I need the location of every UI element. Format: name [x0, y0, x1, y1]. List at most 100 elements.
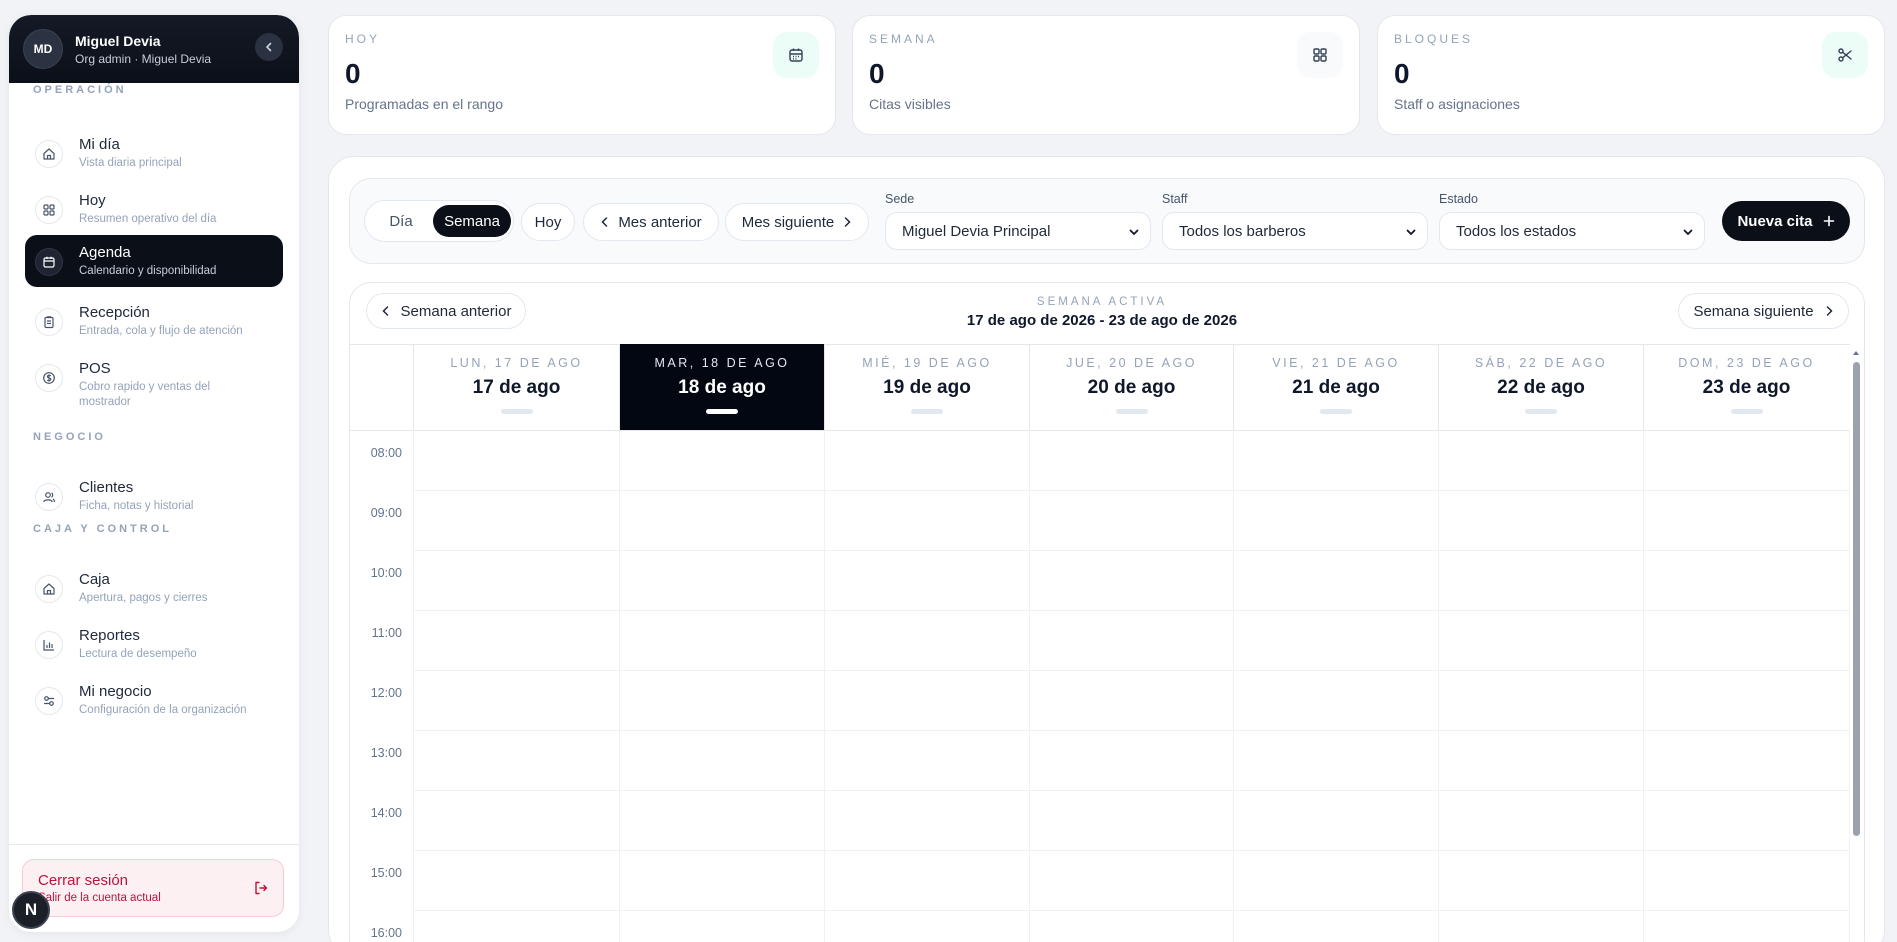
- user-role: Org admin · Miguel Devia: [75, 51, 212, 66]
- chevron-left-icon: [381, 306, 388, 316]
- day-date: 21 de ago: [1292, 377, 1380, 398]
- section-label-operacion: OPERACIÓN: [33, 84, 127, 96]
- plus-icon: [1823, 215, 1834, 227]
- chevron-right-icon: [845, 217, 851, 227]
- sede-select[interactable]: Miguel Devia Principal: [885, 212, 1151, 250]
- day-weekday: MIÉ, 19 DE AGO: [862, 356, 992, 370]
- hour-label: 11:00: [371, 626, 402, 640]
- hour-label: 13:00: [370, 746, 402, 760]
- sidebar-item-title: Caja: [79, 571, 110, 588]
- day-header-jue[interactable]: JUE, 20 DE AGO 20 de ago: [1029, 344, 1233, 430]
- day-indicator: [1115, 409, 1148, 414]
- sidebar-item-caja[interactable]: Caja Apertura, pagos y cierres: [25, 562, 283, 614]
- hour-label: 16:00: [370, 926, 402, 940]
- sidebar-item-hoy[interactable]: Hoy Resumen operativo del día: [25, 183, 283, 235]
- assistant-fab-button[interactable]: N: [12, 891, 50, 929]
- day-date: 17 de ago: [472, 377, 561, 398]
- view-day-button[interactable]: Día: [369, 205, 433, 237]
- grid-icon: [1297, 32, 1343, 78]
- sidebar-item-subtitle: Apertura, pagos y cierres: [79, 592, 208, 604]
- day-weekday: MAR, 18 DE AGO: [654, 356, 790, 370]
- sidebar-divider: [9, 844, 299, 845]
- next-week-button[interactable]: Semana siguiente: [1678, 293, 1849, 329]
- dollar-icon: [35, 364, 63, 392]
- day-column-divider: [1438, 430, 1439, 942]
- chevron-left-icon: [601, 217, 608, 227]
- sliders-icon: [35, 687, 63, 715]
- sidebar-item-recepcion[interactable]: Recepción Entrada, cola y flujo de atenc…: [25, 295, 283, 347]
- day-column-divider: [1233, 430, 1234, 942]
- scissors-icon: [1822, 32, 1868, 78]
- prev-week-button[interactable]: Semana anterior: [366, 293, 526, 329]
- sidebar-item-title: Agenda: [79, 244, 131, 261]
- day-header-dom[interactable]: DOM, 23 DE AGO 23 de ago: [1643, 344, 1849, 430]
- day-date: 23 de ago: [1702, 377, 1791, 398]
- chevron-down-icon: [1406, 229, 1416, 236]
- chevron-down-icon: [1683, 229, 1693, 236]
- sidebar-item-subtitle: Ficha, notas y historial: [79, 500, 194, 512]
- stat-label: BLOQUES: [1394, 32, 1474, 46]
- day-header-mie[interactable]: MIÉ, 19 DE AGO 19 de ago: [824, 344, 1029, 430]
- sidebar-item-pos[interactable]: POS Cobro rapido y ventas del mostrador: [25, 351, 283, 408]
- stat-value: 0: [345, 58, 361, 89]
- stat-subtitle: Citas visibles: [869, 96, 951, 112]
- staff-select[interactable]: Todos los barberos: [1162, 212, 1428, 250]
- scroll-up-arrow-icon[interactable]: [1852, 348, 1860, 358]
- calendar-icon: [35, 248, 63, 276]
- user-card[interactable]: MD Miguel Devia Org admin · Miguel Devia: [9, 15, 299, 83]
- avatar: MD: [23, 29, 63, 69]
- hour-row-line: [413, 610, 1850, 611]
- logout-icon: [255, 881, 268, 895]
- sidebar-item-mi-dia[interactable]: Mi día Vista diaria principal: [25, 127, 283, 179]
- day-date: 22 de ago: [1497, 377, 1585, 398]
- sidebar-item-mi-negocio[interactable]: Mi negocio Configuración de la organizac…: [25, 674, 283, 726]
- sidebar-item-agenda[interactable]: Agenda Calendario y disponibilidad: [25, 235, 283, 287]
- collapse-sidebar-button[interactable]: [255, 33, 283, 61]
- hour-label: 12:00: [370, 686, 402, 700]
- sidebar-item-title: Mi día: [79, 136, 120, 153]
- day-date: 18 de ago: [678, 377, 766, 398]
- estado-value: Todos los estados: [1456, 223, 1577, 240]
- new-appointment-button[interactable]: Nueva cita: [1722, 201, 1850, 241]
- sidebar-item-reportes[interactable]: Reportes Lectura de desempeño: [25, 618, 283, 670]
- new-appointment-label: Nueva cita: [1737, 212, 1813, 230]
- logout-button[interactable]: Cerrar sesión Salir de la cuenta actual: [22, 859, 284, 917]
- hour-label: 15:00: [370, 866, 402, 880]
- chevron-right-icon: [1826, 306, 1833, 316]
- clipboard-icon: [35, 308, 63, 336]
- next-month-label: Mes siguiente: [741, 213, 835, 231]
- calendar-scrollbar[interactable]: [1853, 362, 1860, 836]
- chevron-down-icon: [1129, 229, 1139, 236]
- hour-row-line: [413, 790, 1850, 791]
- day-header-vie[interactable]: VIE, 21 DE AGO 21 de ago: [1233, 344, 1438, 430]
- stat-value: 0: [1394, 58, 1410, 89]
- hour-row-line: [413, 850, 1850, 851]
- day-column-divider: [619, 430, 620, 942]
- sidebar-item-subtitle: Lectura de desempeño: [79, 648, 197, 660]
- sidebar-item-title: Mi negocio: [79, 683, 152, 700]
- next-month-button[interactable]: Mes siguiente: [725, 203, 869, 241]
- view-toggle: Día Semana: [364, 200, 514, 242]
- prev-month-button[interactable]: Mes anterior: [583, 203, 719, 241]
- sidebar-item-title: POS: [79, 360, 111, 377]
- sidebar-item-subtitle: Calendario y disponibilidad: [79, 265, 217, 277]
- hour-label: 10:00: [370, 566, 402, 580]
- section-label-negocio: NEGOCIO: [33, 431, 106, 443]
- users-icon: [35, 483, 63, 511]
- sidebar-item-clientes[interactable]: Clientes Ficha, notas y historial: [25, 470, 283, 522]
- stat-subtitle: Staff o asignaciones: [1394, 96, 1520, 112]
- day-header-lun[interactable]: LUN, 17 DE AGO 17 de ago: [413, 344, 619, 430]
- hour-row-line: [413, 670, 1850, 671]
- view-week-button[interactable]: Semana: [433, 205, 511, 237]
- hour-row-line: [413, 910, 1850, 911]
- today-button[interactable]: Hoy: [521, 203, 575, 241]
- sede-value: Miguel Devia Principal: [902, 223, 1051, 240]
- estado-select[interactable]: Todos los estados: [1439, 212, 1705, 250]
- day-weekday: DOM, 23 DE AGO: [1678, 356, 1815, 370]
- grid-icon: [35, 196, 63, 224]
- logout-subtitle: Salir de la cuenta actual: [38, 892, 161, 904]
- day-indicator: [1525, 409, 1557, 414]
- day-header-mar[interactable]: MAR, 18 DE AGO 18 de ago: [619, 344, 824, 430]
- day-header-sab[interactable]: SÁB, 22 DE AGO 22 de ago: [1438, 344, 1643, 430]
- chevron-left-icon: [265, 42, 272, 52]
